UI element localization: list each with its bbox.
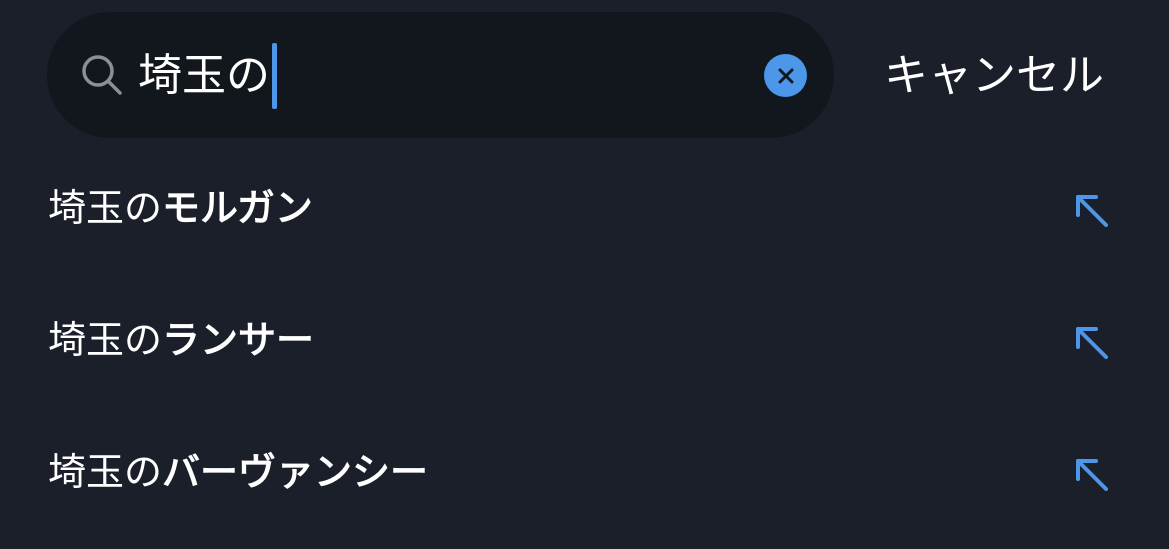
arrow-up-left-icon[interactable] (1072, 323, 1112, 363)
suggestion-list: 埼玉のモルガン 埼玉のランサー 埼玉のバーヴァンシー (0, 143, 1169, 539)
suggestion-label: 埼玉のモルガン (48, 183, 313, 233)
suggestion-suffix: モルガン (162, 186, 313, 230)
suggestion-item[interactable]: 埼玉のバーヴァンシー (0, 407, 1169, 539)
close-icon (778, 68, 793, 83)
suggestion-suffix: バーヴァンシー (162, 450, 429, 494)
text-caret (272, 43, 277, 109)
cancel-button[interactable]: キャンセル (884, 46, 1104, 106)
suggestion-label: 埼玉のバーヴァンシー (48, 447, 428, 497)
search-header: 埼玉の キャンセル (0, 0, 1169, 160)
suggestion-suffix: ランサー (162, 318, 315, 362)
suggestion-prefix: 埼玉の (48, 186, 163, 230)
arrow-up-left-icon[interactable] (1072, 455, 1112, 495)
suggestion-item[interactable]: 埼玉のランサー (0, 275, 1169, 407)
search-icon (82, 55, 122, 95)
suggestion-prefix: 埼玉の (48, 318, 163, 362)
suggestion-label: 埼玉のランサー (48, 315, 314, 365)
clear-search-button[interactable] (764, 54, 807, 97)
search-query: 埼玉の (138, 50, 270, 101)
suggestion-item[interactable]: 埼玉のモルガン (0, 143, 1169, 275)
search-input[interactable]: 埼玉の (138, 43, 277, 109)
suggestion-prefix: 埼玉の (48, 450, 163, 494)
arrow-up-left-icon[interactable] (1072, 191, 1112, 231)
